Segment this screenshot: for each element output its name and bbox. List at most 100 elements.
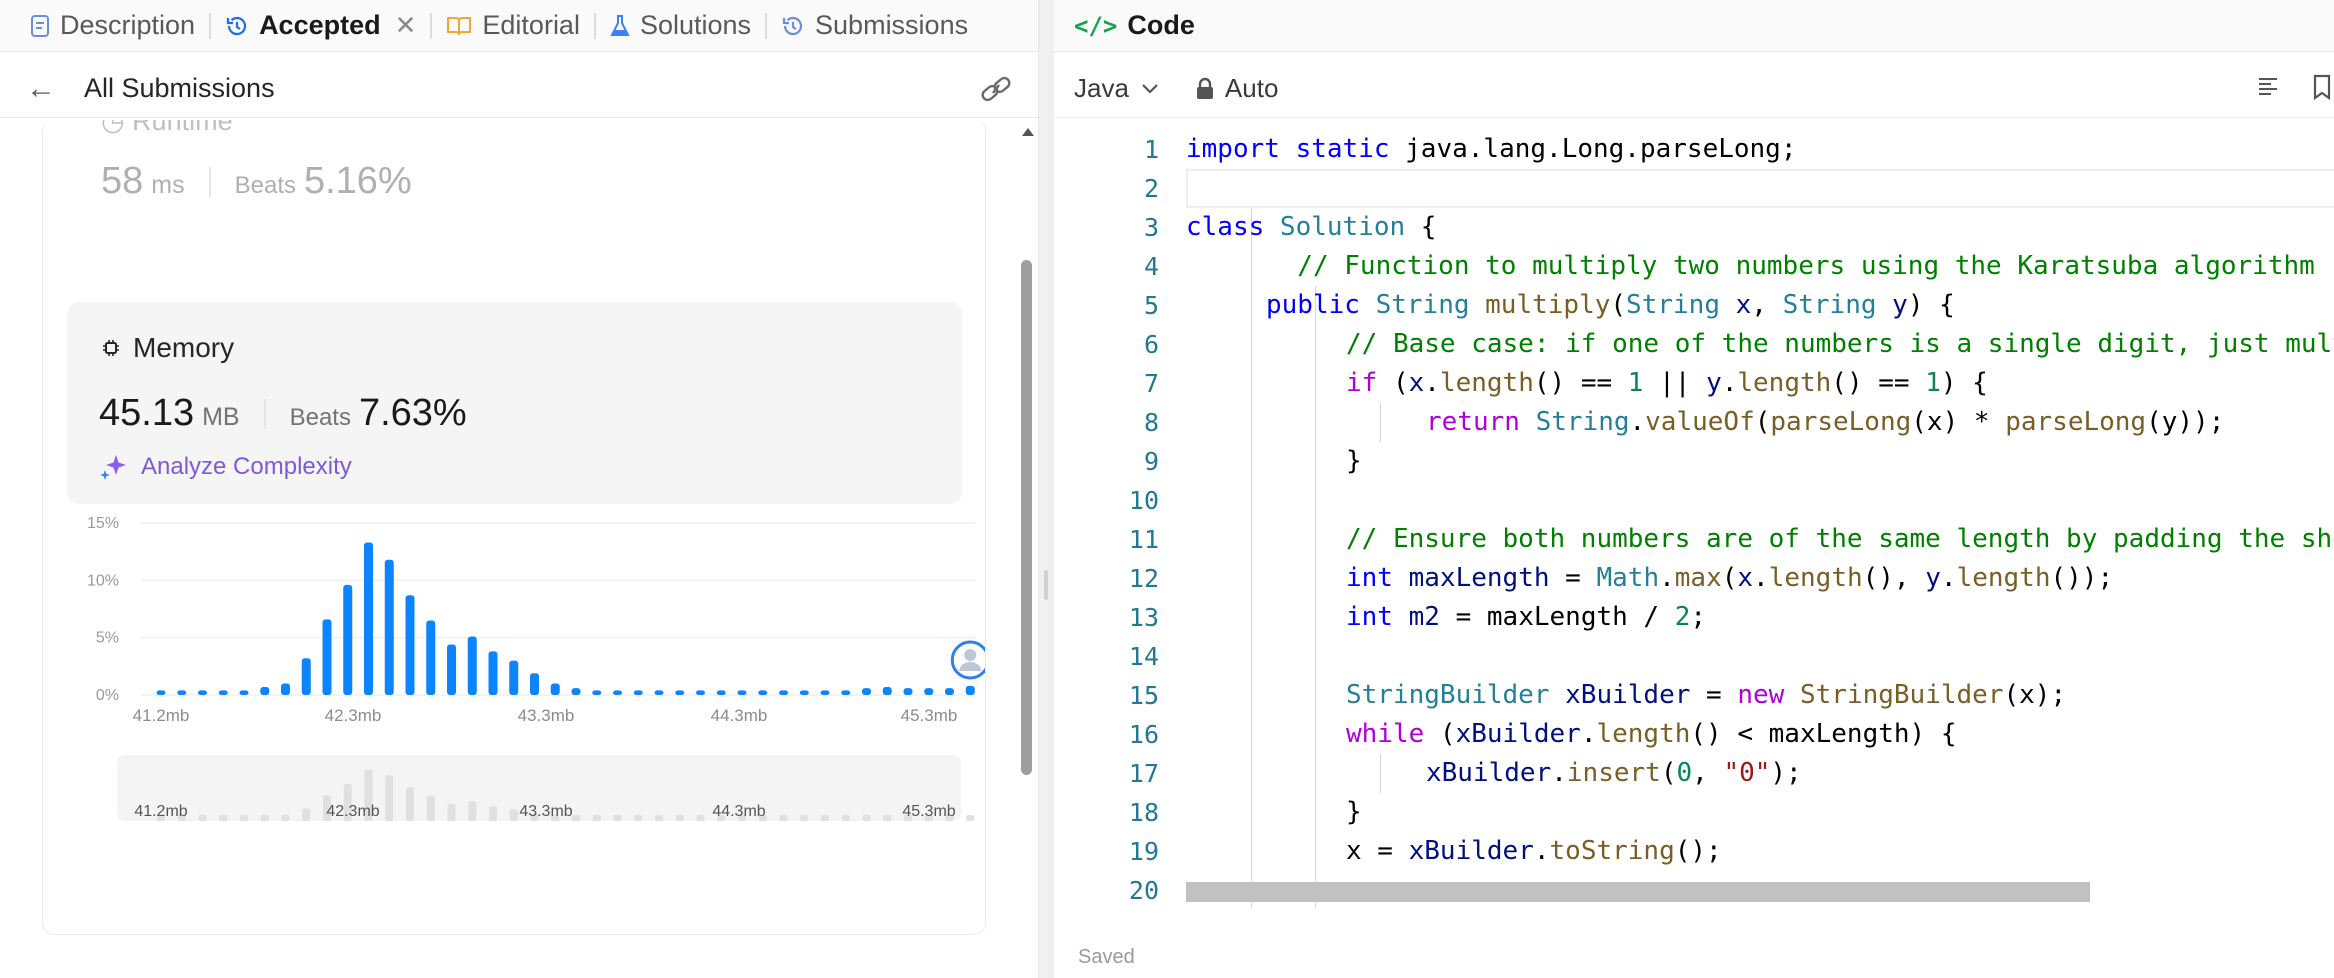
- code-token: ;: [1690, 602, 1707, 632]
- analyze-complexity-button[interactable]: Analyze Complexity: [99, 452, 352, 482]
- left-scrollbar[interactable]: [1020, 128, 1034, 778]
- code-token: .: [1753, 563, 1769, 593]
- tab-separator: [430, 12, 433, 39]
- code-token: (y));: [2146, 407, 2225, 437]
- analyze-complexity-label: Analyze Complexity: [141, 453, 352, 480]
- chart-bar: [281, 683, 290, 695]
- chart-bar: [592, 690, 602, 695]
- memory-card[interactable]: Memory 45.13 MB Beats 7.63% Analyze Comp…: [67, 302, 962, 504]
- code-token: y: [1892, 290, 1908, 320]
- description-icon: [31, 14, 49, 37]
- language-label: Java: [1074, 73, 1129, 103]
- memory-distribution-chart[interactable]: 15% 10% 5% 0% 41.2mb 42.3mb 43.3mb 44.3mb 45.3mb…: [43, 515, 986, 935]
- chart-bar: [965, 685, 975, 695]
- overview-bar: [426, 795, 435, 821]
- code-token: ,: [1692, 758, 1724, 788]
- overview-tick-label: 41.2mb: [134, 803, 187, 820]
- language-select[interactable]: Java: [1074, 73, 1159, 104]
- chart-bar: [633, 690, 643, 695]
- auto-label: Auto: [1224, 73, 1279, 103]
- line-number: 14: [1128, 642, 1159, 671]
- code-line: class Solution {: [1186, 208, 2334, 247]
- x-tick-label: 42.3mb: [325, 706, 382, 725]
- tab-bar: Description Accepted ✕ Editorial Solutio…: [0, 0, 1038, 52]
- code-token: .: [1580, 719, 1597, 749]
- code-editor[interactable]: 1 2 3 4 5 6 7 8 9 10 11 12 13 14 15 16 17 18 19 20 import s…: [1054, 130, 2334, 910]
- tab-editorial[interactable]: Editorial: [446, 0, 580, 52]
- auto-mode[interactable]: Auto: [1195, 73, 1279, 104]
- overview-bar: [509, 809, 518, 821]
- code-token: x: [1737, 563, 1754, 593]
- back-arrow-icon[interactable]: ←: [26, 72, 56, 106]
- code-token: (x) *: [1911, 407, 2006, 437]
- chart-bar: [218, 690, 228, 695]
- line-number: 7: [1143, 369, 1159, 398]
- code-token: (: [1754, 407, 1771, 437]
- overview-bar: [406, 787, 414, 821]
- chart-bar: [675, 690, 685, 695]
- tab-solutions[interactable]: Solutions: [610, 0, 751, 52]
- overview-tick-label: 42.3mb: [326, 803, 379, 820]
- line-number: 5: [1143, 291, 1159, 320]
- memory-stats: 45.13 MB Beats 7.63%: [99, 392, 467, 435]
- line-number: 1: [1143, 135, 1159, 164]
- panel-resize-handle[interactable]: [1039, 0, 1054, 978]
- code-token: length: [1596, 719, 1691, 749]
- line-number: 4: [1143, 252, 1159, 281]
- left-panel: Description Accepted ✕ Editorial Solutio…: [0, 0, 1039, 978]
- overview-bar: [240, 815, 248, 821]
- resize-grip[interactable]: [1044, 570, 1048, 600]
- line-numbers: 1 2 3 4 5 6 7 8 9 10 11 12 13 14 15 16 17 18 19 20: [1054, 130, 1159, 910]
- format-align-icon[interactable]: [2256, 74, 2280, 98]
- code-token: {: [1405, 212, 1437, 242]
- chip-icon: [103, 340, 119, 356]
- overview-bar: [592, 815, 601, 821]
- runtime-label-text: Runtime: [132, 120, 233, 136]
- sparkle-icon: [100, 455, 126, 480]
- overview-bar: [675, 815, 684, 821]
- tab-submissions[interactable]: Submissions: [781, 0, 968, 52]
- code-token: 1: [1627, 368, 1644, 398]
- all-submissions-link[interactable]: All Submissions: [84, 73, 275, 104]
- close-icon[interactable]: ✕: [395, 10, 417, 41]
- overview-bar: [489, 806, 497, 821]
- chart-bar: [467, 636, 477, 695]
- memory-unit: MB: [202, 403, 240, 431]
- code-token: x: [1735, 290, 1752, 320]
- scrollbar-thumb[interactable]: [1021, 260, 1032, 775]
- code-token: String: [1782, 290, 1893, 320]
- share-link-icon[interactable]: [979, 74, 1013, 104]
- tab-description[interactable]: Description: [30, 0, 195, 52]
- y-tick-label: 15%: [87, 515, 119, 532]
- code-token: "0": [1723, 758, 1771, 788]
- overview-tick-label: 43.3mb: [519, 803, 572, 820]
- code-token: () < maxLength) {: [1690, 719, 1957, 749]
- code-token: static: [1295, 134, 1406, 164]
- chart-bar: [696, 690, 705, 695]
- overview-bar: [634, 815, 643, 821]
- chart-bar: [488, 651, 498, 695]
- chart-bar: [509, 660, 519, 695]
- scroll-up-arrow-icon[interactable]: [1022, 128, 1034, 136]
- memory-beats-value: 7.63%: [358, 392, 467, 434]
- chart-bar: [343, 584, 353, 695]
- horizontal-scrollbar-thumb[interactable]: [1186, 882, 2090, 902]
- chart-bar: [384, 559, 394, 695]
- code-token: toString: [1549, 836, 1675, 866]
- chart-bar: [198, 690, 207, 695]
- code-token: (: [1439, 719, 1456, 749]
- chart-bar: [924, 688, 934, 695]
- code-token: // Ensure both numbers are of the same l…: [1346, 524, 2334, 554]
- tab-label: Submissions: [815, 10, 969, 40]
- bookmark-icon[interactable]: [2310, 74, 2334, 100]
- code-token: import: [1186, 134, 1296, 164]
- overview-bar: [572, 815, 580, 821]
- chart-bar: [799, 690, 809, 695]
- code-token: =: [1690, 680, 1738, 710]
- code-line: }: [1186, 793, 2334, 832]
- tab-accepted[interactable]: Accepted ✕: [225, 0, 416, 52]
- x-tick-label: 45.3mb: [901, 706, 958, 725]
- code-line: // Base case: if one of the numbers is a…: [1186, 325, 2334, 364]
- code-token: // Base case: if one of the numbers is a…: [1346, 329, 2334, 359]
- line-number: 17: [1128, 759, 1159, 788]
